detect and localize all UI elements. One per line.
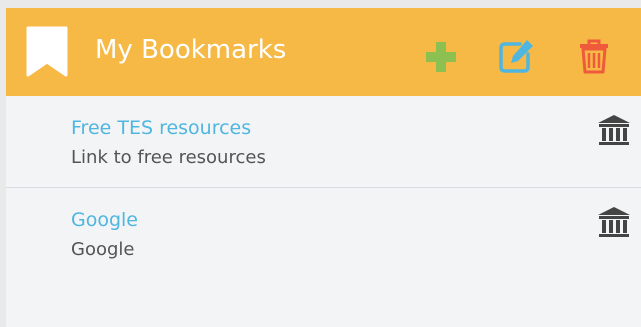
edit-bookmarks-button[interactable]	[496, 36, 536, 76]
trash-icon	[580, 39, 608, 74]
bank-icon	[598, 115, 630, 145]
bookmarks-header: My Bookmarks	[6, 8, 641, 96]
plus-icon	[426, 42, 456, 72]
bookmark-item: Free TES resources Link to free resource…	[6, 96, 641, 188]
bookmark-description: Google	[71, 239, 135, 260]
bank-icon	[598, 207, 630, 237]
bookmark-icon	[26, 26, 68, 77]
bookmark-list: Free TES resources Link to free resource…	[6, 96, 641, 279]
delete-bookmarks-button[interactable]	[574, 36, 614, 76]
bookmark-link[interactable]: Google	[71, 207, 138, 233]
bookmarks-widget: My Bookmarks Free TES resources Link to …	[6, 8, 641, 327]
add-bookmark-button[interactable]	[421, 36, 461, 76]
bookmark-description: Link to free resources	[71, 147, 266, 168]
bookmark-item: Google Google	[6, 188, 641, 279]
widget-title: My Bookmarks	[95, 35, 287, 65]
bookmark-link[interactable]: Free TES resources	[71, 115, 251, 141]
edit-icon	[499, 40, 533, 73]
